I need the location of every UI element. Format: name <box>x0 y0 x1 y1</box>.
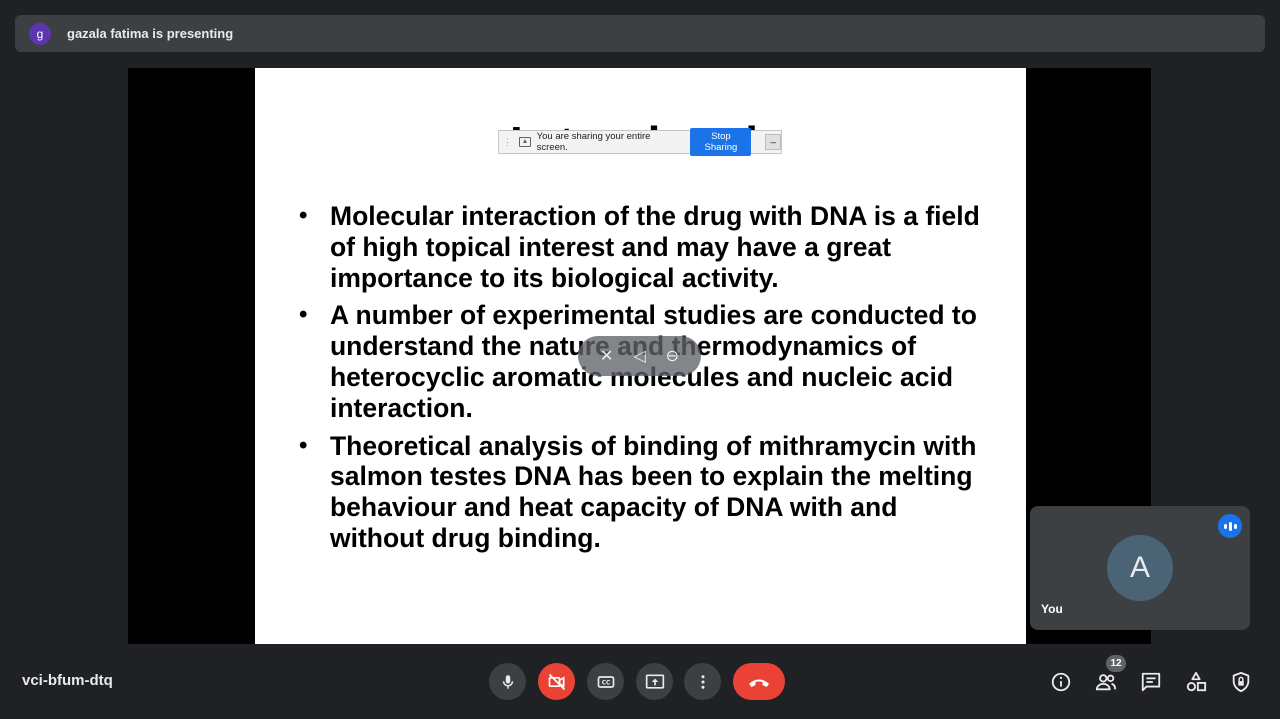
meeting-details-button[interactable] <box>1046 667 1076 697</box>
self-avatar: A <box>1107 535 1173 601</box>
mute-icon[interactable]: ◁ <box>633 346 645 366</box>
speaking-indicator-icon <box>1218 514 1242 538</box>
presentation-slide: Introduction ⋮ You are sharing your enti… <box>255 68 1026 644</box>
host-controls-icon <box>1232 671 1250 693</box>
mic-icon <box>502 674 513 689</box>
activities-icon <box>1186 671 1207 692</box>
meeting-code[interactable]: vci-bfum-dtq <box>22 672 113 689</box>
slide-bullet-list: Molecular interaction of the drug with D… <box>299 201 989 561</box>
more-options-button[interactable] <box>684 663 721 700</box>
chat-button[interactable] <box>1136 667 1166 697</box>
tile-overlay-controls[interactable]: ✕ ◁ ⊖ <box>578 336 701 376</box>
end-call-icon <box>749 679 769 687</box>
slide-bullet: Molecular interaction of the drug with D… <box>299 201 989 293</box>
captions-icon: CC <box>597 675 614 688</box>
share-message: You are sharing your entire screen. <box>536 131 651 153</box>
pin-icon[interactable]: ✕ <box>600 346 613 366</box>
presenter-banner-text: gazala fatima is presenting <box>67 26 234 41</box>
present-now-button[interactable] <box>636 663 673 700</box>
captions-button[interactable]: CC <box>587 663 624 700</box>
camera-off-icon <box>548 673 565 690</box>
self-video-tile[interactable]: A You <box>1030 506 1250 630</box>
slide-bullet: Theoretical analysis of binding of mithr… <box>299 431 989 554</box>
self-label: You <box>1041 602 1063 616</box>
stop-sharing-button[interactable]: Stop Sharing <box>690 128 752 156</box>
svg-text:CC: CC <box>601 680 610 686</box>
camera-toggle-button[interactable] <box>538 663 575 700</box>
presenter-avatar: g <box>29 22 51 45</box>
participant-count-badge: 12 <box>1106 655 1126 672</box>
leave-call-button[interactable] <box>733 663 785 700</box>
more-options-icon <box>701 674 704 689</box>
host-controls-button[interactable] <box>1226 667 1256 697</box>
activities-button[interactable] <box>1181 667 1211 697</box>
screen-share-notification-bar: ⋮ You are sharing your entire screen. St… <box>498 128 782 156</box>
drag-grip-icon[interactable]: ⋮ <box>503 138 512 147</box>
shared-screen-stage: Introduction ⋮ You are sharing your enti… <box>128 68 1151 644</box>
more-icon[interactable]: ⊖ <box>666 346 679 366</box>
presenter-banner: g gazala fatima is presenting <box>15 15 1265 52</box>
people-icon <box>1095 674 1117 691</box>
share-screen-icon <box>519 137 531 147</box>
hide-bar-button[interactable]: _ <box>765 134 781 150</box>
present-icon <box>645 674 664 689</box>
info-icon <box>1051 672 1071 692</box>
chat-icon <box>1141 672 1161 692</box>
microphone-button[interactable] <box>489 663 526 700</box>
